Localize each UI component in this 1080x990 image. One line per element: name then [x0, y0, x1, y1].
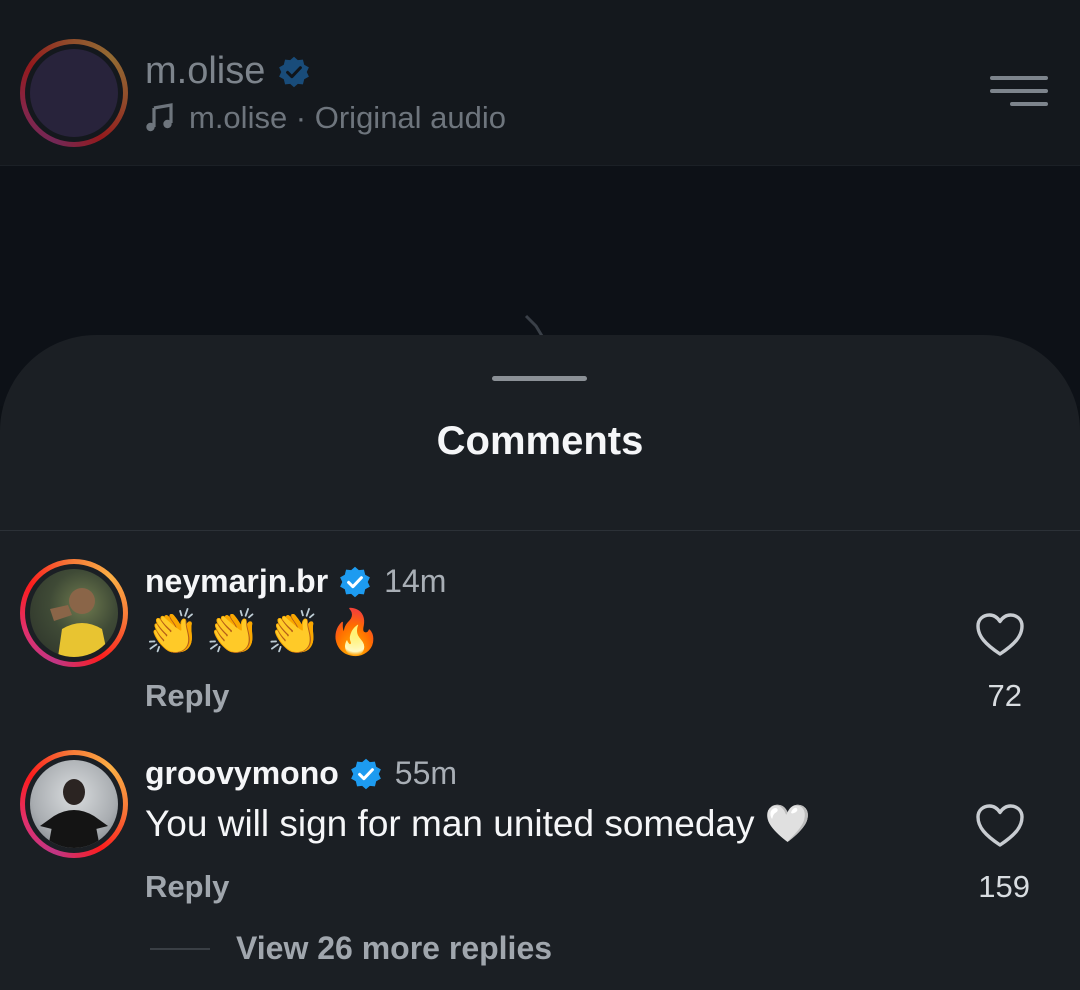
comment-header: groovymono 55m — [145, 755, 457, 792]
view-more-replies-button[interactable]: View 26 more replies — [150, 930, 552, 967]
author-avatar[interactable] — [30, 49, 118, 137]
reply-button[interactable]: Reply — [145, 678, 229, 714]
comment-time: 55m — [394, 755, 458, 791]
menu-icon[interactable] — [990, 76, 1048, 108]
avatar-photo — [40, 779, 108, 848]
comment-text: 👏👏👏🔥 — [145, 607, 389, 658]
view-more-replies-label[interactable]: View 26 more replies — [236, 930, 552, 967]
sheet-title: Comments — [436, 419, 644, 463]
reel-header: m.olise m.olise · Original audio — [0, 0, 1080, 166]
author-username-row[interactable]: m.olise — [145, 50, 311, 93]
sheet-divider — [0, 530, 1080, 531]
comment-username[interactable]: groovymono — [145, 755, 339, 792]
audio-label[interactable]: m.olise · Original audio — [189, 100, 506, 136]
author-avatar-ring[interactable] — [20, 39, 128, 147]
like-count: 72 — [987, 678, 1022, 713]
replies-thread-line — [150, 947, 210, 950]
app-root: m.olise m.olise · Original audio Comment… — [0, 0, 1080, 990]
verified-badge-icon — [340, 566, 371, 597]
audio-row[interactable]: m.olise · Original audio — [145, 100, 506, 136]
like-count: 159 — [978, 869, 1030, 904]
verified-badge-icon — [350, 758, 381, 789]
music-note-icon — [146, 103, 173, 132]
comment-text: You will sign for man united someday 🤍 — [145, 803, 811, 844]
avatar-photo — [50, 588, 108, 657]
sheet-drag-handle[interactable] — [492, 376, 587, 381]
commenter-avatar[interactable] — [30, 760, 118, 848]
reply-button[interactable]: Reply — [145, 869, 229, 905]
commenter-avatar-ring[interactable] — [20, 559, 128, 667]
commenter-avatar[interactable] — [30, 569, 118, 657]
comment-username[interactable]: neymarjn.br — [145, 563, 328, 600]
heart-icon[interactable] — [975, 612, 1025, 658]
author-username[interactable]: m.olise — [145, 50, 265, 93]
commenter-avatar-ring[interactable] — [20, 750, 128, 858]
heart-icon[interactable] — [975, 803, 1025, 849]
comment-time: 14m — [384, 563, 447, 599]
comment-header: neymarjn.br 14m — [145, 563, 446, 600]
verified-badge-icon — [279, 56, 310, 87]
